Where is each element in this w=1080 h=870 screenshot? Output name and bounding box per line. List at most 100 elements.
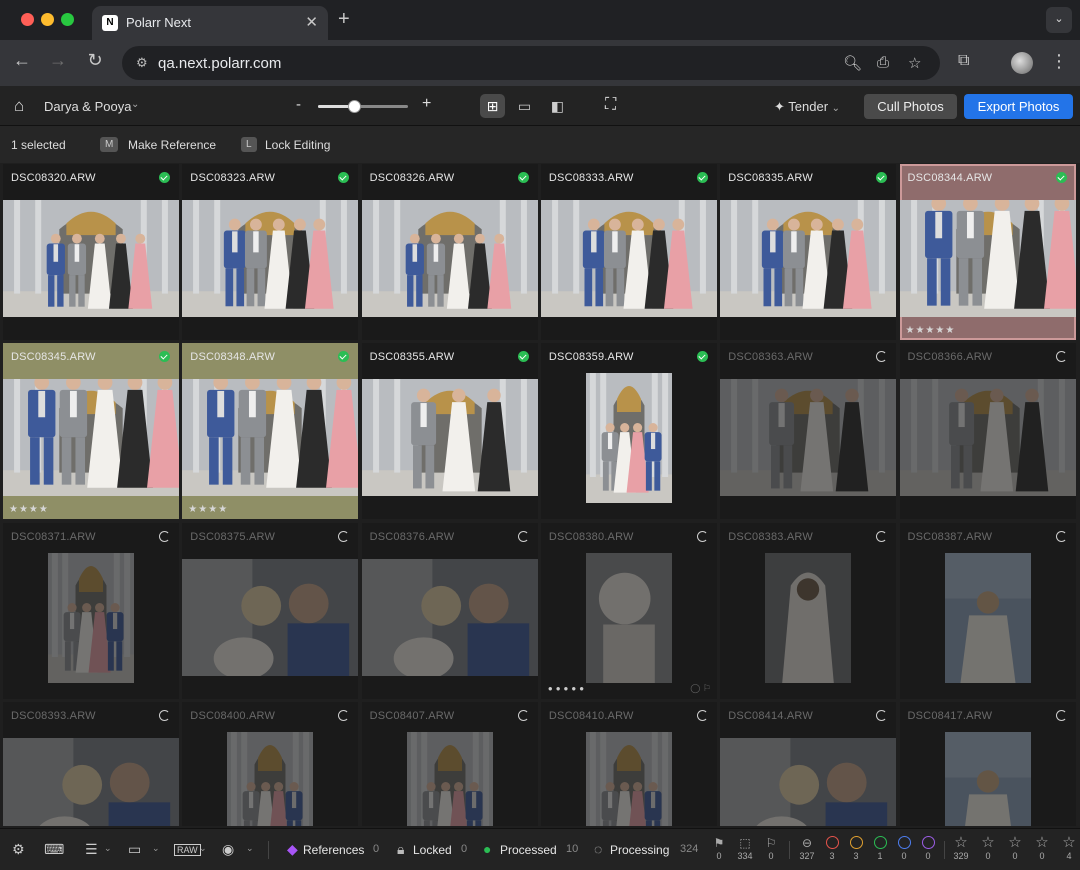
color-label-filter[interactable]: 3 — [845, 835, 867, 861]
photo-tile[interactable]: DSC08383.ARW — [720, 522, 897, 699]
new-tab-icon[interactable]: + — [338, 8, 350, 31]
photo-thumbnail[interactable] — [3, 200, 179, 317]
url-text[interactable]: qa.next.polarr.com — [158, 55, 281, 72]
zoom-in-button[interactable]: + — [422, 95, 431, 113]
zoom-magnifier-icon[interactable]: 🔍︎ — [843, 54, 862, 72]
folder-icon[interactable]: ▭ — [128, 841, 141, 858]
photo-thumbnail[interactable] — [899, 200, 1076, 317]
ai-style-selector[interactable]: ✦ Tender ⌄ — [774, 99, 840, 115]
close-window-button[interactable] — [21, 13, 34, 26]
photo-tile[interactable]: DSC08320.ARW — [3, 164, 179, 340]
flag-filter[interactable]: ⚑ 0 — [708, 835, 730, 861]
star-filter-2[interactable]: ☆ 0 — [1004, 835, 1026, 862]
compare-view-icon[interactable]: ◧ — [545, 94, 570, 118]
photo-thumbnail[interactable] — [944, 731, 1031, 826]
locked-filter[interactable]: Locked — [413, 843, 452, 857]
photo-thumbnail[interactable] — [182, 200, 359, 317]
photo-thumbnail[interactable] — [899, 379, 1076, 497]
album-selector[interactable]: Darya & Pooya — [44, 99, 131, 114]
photo-thumbnail[interactable] — [720, 379, 897, 497]
browser-tab[interactable]: N Polarr Next ✕ — [92, 6, 328, 40]
chevron-down-icon[interactable]: ⌄ — [104, 843, 112, 854]
photo-tile[interactable]: DSC08375.ARW — [182, 522, 359, 699]
forward-arrow-icon[interactable]: → — [47, 50, 69, 71]
rating-dots[interactable]: ●●●●● — [548, 684, 587, 693]
tile-flag-icons[interactable]: ◯ ⚐ — [690, 683, 711, 694]
chevron-down-icon[interactable]: ⌄ — [152, 843, 160, 854]
photo-thumbnail[interactable] — [720, 200, 897, 317]
color-label-filter[interactable]: 0 — [917, 835, 939, 861]
star-rating[interactable]: ★★★★ — [188, 504, 228, 515]
tab-search-icon[interactable]: ⌄ — [1046, 7, 1072, 33]
photo-tile[interactable]: DSC08414.ARW — [720, 701, 897, 826]
photo-thumbnail[interactable] — [227, 731, 314, 826]
bookmark-star-icon[interactable]: ☆ — [908, 54, 921, 72]
thumbnail-zoom-slider[interactable] — [318, 100, 408, 113]
keyboard-icon[interactable]: ⌨ — [44, 841, 64, 858]
browser-menu-icon[interactable]: ⋮ — [1050, 51, 1068, 72]
photo-tile[interactable]: DSC08363.ARW — [720, 343, 897, 520]
single-view-icon[interactable]: ▭ — [512, 94, 537, 118]
photo-thumbnail[interactable] — [540, 200, 717, 317]
home-icon[interactable]: ⌂ — [14, 96, 24, 116]
photo-tile[interactable]: DSC08393.ARW — [3, 701, 179, 826]
photo-tile[interactable]: DSC08400.ARW — [182, 701, 359, 826]
photo-thumbnail[interactable] — [406, 731, 493, 826]
photo-tile[interactable]: DSC08387.ARW — [899, 522, 1076, 699]
rejected-flag-filter[interactable]: ⚐ 0 — [760, 835, 782, 861]
photo-thumbnail[interactable] — [585, 731, 672, 826]
sort-icon[interactable]: ☰ — [85, 841, 98, 858]
minimize-window-button[interactable] — [41, 13, 54, 26]
photo-thumbnail[interactable] — [182, 558, 359, 676]
photo-tile[interactable]: DSC08345.ARW ★★★★ — [3, 343, 179, 520]
color-label-filter[interactable]: 1 — [869, 835, 891, 861]
photo-thumbnail[interactable] — [361, 558, 538, 676]
star-rating[interactable]: ★★★★ — [9, 504, 49, 515]
photo-thumbnail[interactable] — [3, 379, 179, 497]
photo-tile[interactable]: DSC08380.ARW ●●●●● ◯ ⚐ — [540, 522, 717, 699]
raw-file-icon[interactable]: RAW — [174, 844, 201, 856]
photo-thumbnail[interactable] — [720, 737, 897, 826]
references-filter[interactable]: References — [303, 843, 364, 857]
photo-thumbnail[interactable] — [585, 373, 672, 504]
star-filter-4[interactable]: ☆ 4 — [1058, 835, 1080, 862]
photo-thumbnail[interactable] — [585, 552, 672, 683]
photo-tile[interactable]: DSC08344.ARW ★★★★★ — [899, 164, 1076, 340]
photo-tile[interactable]: DSC08359.ARW — [540, 343, 717, 520]
photo-tile[interactable]: DSC08410.ARW — [540, 701, 717, 826]
reload-icon[interactable]: ↻ — [84, 50, 106, 71]
photo-tile[interactable]: DSC08376.ARW — [361, 522, 538, 699]
profile-avatar[interactable] — [1011, 52, 1033, 74]
star-filter-1[interactable]: ☆ 0 — [977, 835, 999, 862]
chevron-down-icon[interactable]: ⌄ — [131, 99, 139, 110]
photo-tile[interactable]: DSC08371.ARW — [3, 522, 179, 699]
processed-filter[interactable]: Processed — [500, 843, 557, 857]
make-reference-button[interactable]: Make Reference — [128, 138, 216, 152]
camera-icon[interactable]: ◉ — [222, 841, 234, 858]
zoom-out-button[interactable]: - — [296, 96, 301, 113]
photo-tile[interactable]: DSC08417.ARW — [899, 701, 1076, 826]
star-filter-3[interactable]: ☆ 0 — [1031, 835, 1053, 862]
photo-thumbnail[interactable] — [3, 737, 179, 826]
grid-view-icon[interactable]: ⊞ — [480, 94, 505, 118]
photo-tile[interactable]: DSC08333.ARW — [540, 164, 717, 340]
maximize-window-button[interactable] — [61, 13, 74, 26]
photo-tile[interactable]: DSC08326.ARW — [361, 164, 538, 340]
zoom-slider-handle[interactable] — [348, 100, 361, 113]
color-label-filter[interactable]: 3 — [821, 835, 843, 861]
photo-tile[interactable]: DSC08407.ARW — [361, 701, 538, 826]
star-filter-0[interactable]: ☆ 329 — [950, 835, 972, 862]
photo-thumbnail[interactable] — [765, 552, 852, 683]
extensions-puzzle-icon[interactable]: ⧉ — [958, 52, 969, 70]
no-color-filter[interactable]: ⊖ 327 — [796, 835, 818, 861]
photo-tile[interactable]: DSC08348.ARW ★★★★ — [182, 343, 359, 520]
back-arrow-icon[interactable]: ← — [11, 50, 33, 71]
site-settings-icon[interactable]: ⚙ — [136, 55, 148, 71]
photo-thumbnail[interactable] — [361, 379, 538, 497]
export-photos-button[interactable]: Export Photos — [964, 94, 1073, 119]
chevron-down-icon[interactable]: ⌄ — [246, 843, 254, 854]
processing-filter[interactable]: Processing — [610, 843, 669, 857]
install-app-icon[interactable]: ⎙ — [877, 54, 889, 71]
fullscreen-icon[interactable]: ⛶ — [605, 96, 616, 114]
close-tab-icon[interactable]: ✕ — [305, 13, 318, 31]
